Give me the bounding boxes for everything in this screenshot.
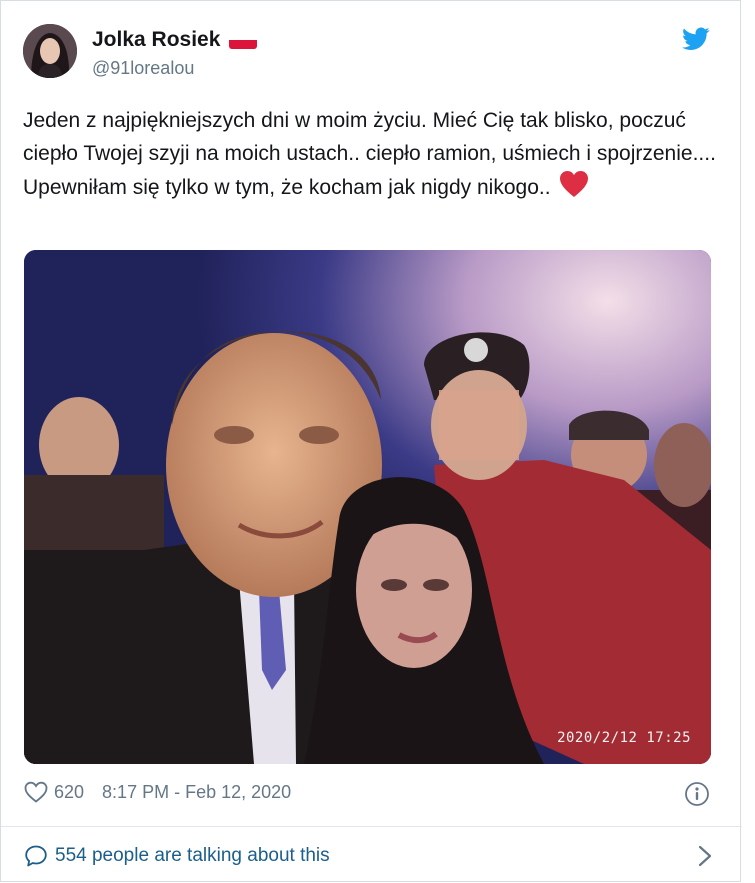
photo-timestamp-overlay: 2020/2/12 17:25 bbox=[557, 730, 691, 746]
like-count[interactable]: 620 bbox=[54, 782, 84, 803]
tweet-meta-row: 620 8:17 PM - Feb 12, 2020 bbox=[24, 781, 291, 803]
author-handle[interactable]: @91lorealou bbox=[92, 58, 194, 79]
red-heart-emoji-icon bbox=[559, 170, 589, 208]
chevron-right-icon[interactable] bbox=[698, 845, 712, 867]
conversation-link[interactable]: 554 people are talking about this bbox=[24, 842, 714, 870]
info-icon[interactable] bbox=[684, 781, 710, 807]
tweet-text: Jeden z najpiękniejszych dni w moim życi… bbox=[23, 104, 723, 208]
poland-flag-icon bbox=[229, 31, 258, 49]
twitter-bird-icon[interactable] bbox=[682, 27, 710, 51]
divider bbox=[1, 826, 742, 827]
avatar[interactable] bbox=[23, 24, 77, 78]
author-display-name[interactable]: Jolka Rosiek bbox=[92, 28, 220, 52]
tweet-body: Jeden z najpiękniejszych dni w moim życi… bbox=[23, 109, 716, 199]
heart-outline-icon[interactable] bbox=[24, 781, 48, 803]
tweet-photo[interactable]: 2020/2/12 17:25 bbox=[24, 250, 711, 764]
speech-bubble-icon bbox=[25, 845, 47, 867]
tweet-card: Jolka Rosiek @91lorealou Jeden z najpięk… bbox=[0, 0, 742, 882]
conversation-count-text[interactable]: 554 people are talking about this bbox=[55, 845, 330, 867]
author-name-row[interactable]: Jolka Rosiek bbox=[92, 28, 258, 52]
tweet-timestamp[interactable]: 8:17 PM - Feb 12, 2020 bbox=[102, 782, 291, 803]
